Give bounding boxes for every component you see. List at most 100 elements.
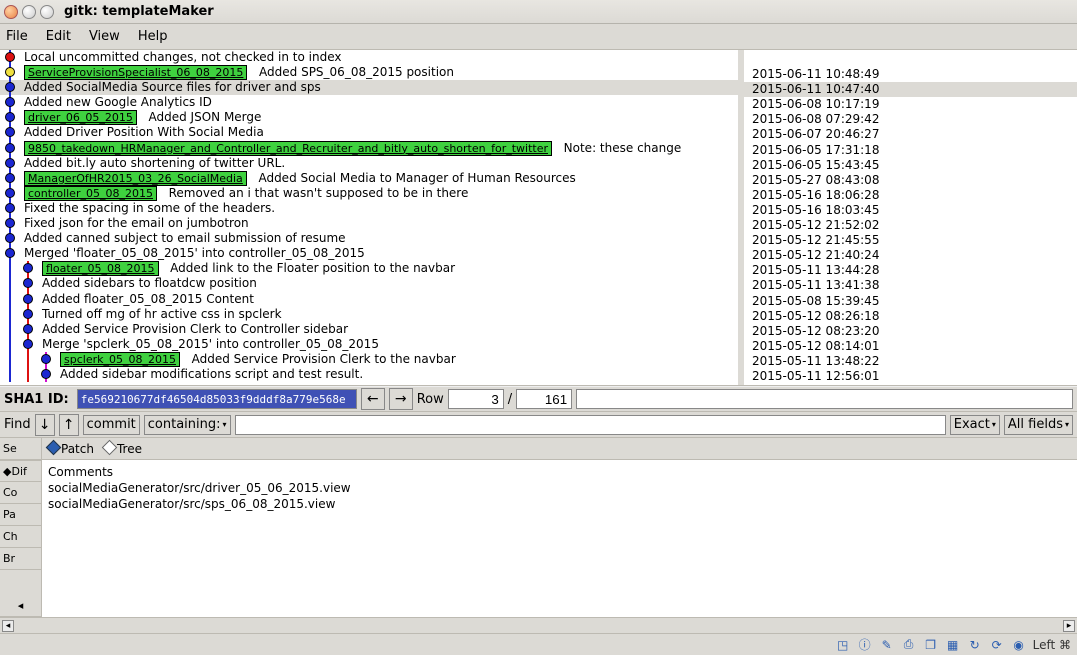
commit-row[interactable]: Added floater_05_08_2015 Content (0, 292, 738, 307)
branch-tag[interactable]: spclerk_05_08_2015 (60, 352, 180, 367)
search-tab[interactable]: Se (0, 438, 41, 460)
branch-tag[interactable]: floater_05_08_2015 (42, 261, 159, 276)
menu-edit[interactable]: Edit (46, 29, 71, 44)
find-input[interactable] (235, 415, 946, 435)
branch-tag[interactable]: ServiceProvisionSpecialist_06_08_2015 (24, 65, 247, 80)
branch-tag[interactable]: controller_05_08_2015 (24, 186, 157, 201)
commit-date (744, 52, 1077, 67)
close-icon[interactable] (4, 5, 18, 19)
strip-tab[interactable]: Ch (0, 526, 41, 548)
strip-tab[interactable]: Pa (0, 504, 41, 526)
tray-icon[interactable]: ✎ (879, 637, 895, 653)
patch-radio[interactable]: Patch (48, 442, 94, 456)
list-item[interactable]: socialMediaGenerator/src/driver_05_06_20… (48, 480, 1071, 496)
graph-cell (2, 307, 42, 322)
commit-node-icon (5, 173, 15, 183)
commit-row[interactable]: Fixed the spacing in some of the headers… (0, 201, 738, 216)
scroll-left-icon[interactable]: ◂ (0, 595, 41, 617)
tray-icon[interactable]: ↻ (967, 637, 983, 653)
commit-row[interactable]: controller_05_08_2015 Removed an i that … (0, 186, 738, 201)
branch-tag[interactable]: driver_06_05_2015 (24, 110, 137, 125)
find-match-dropdown[interactable]: Exact▾ (950, 415, 1000, 435)
commit-row[interactable]: Added new Google Analytics ID (0, 95, 738, 110)
commit-message: Local uncommitted changes, not checked i… (24, 50, 341, 64)
commit-row[interactable]: ServiceProvisionSpecialist_06_08_2015 Ad… (0, 65, 738, 80)
minimize-icon[interactable] (22, 5, 36, 19)
find-rule-dropdown[interactable]: containing:▾ (144, 415, 231, 435)
commit-date: 2015-06-08 07:29:42 (744, 112, 1077, 127)
commit-node-icon (23, 309, 33, 319)
nav-forward-button[interactable]: → (389, 388, 413, 410)
graph-cell (2, 367, 60, 382)
commit-message: Fixed the spacing in some of the headers… (24, 201, 275, 215)
commit-node-icon (5, 203, 15, 213)
commit-message: Added Social Media to Manager of Human R… (258, 171, 575, 185)
tray-icon[interactable]: ⓘ (857, 637, 873, 653)
commit-row[interactable]: Merged 'floater_05_08_2015' into control… (0, 246, 738, 261)
commit-row[interactable]: Local uncommitted changes, not checked i… (0, 50, 738, 65)
commit-row[interactable]: Added bit.ly auto shortening of twitter … (0, 156, 738, 171)
graph-cell (2, 292, 42, 307)
strip-tab[interactable]: Co (0, 482, 41, 504)
commit-row[interactable]: 9850_takedown_HRManager_and_Controller_a… (0, 141, 738, 156)
commit-row[interactable]: driver_06_05_2015 Added JSON Merge (0, 110, 738, 125)
commit-row[interactable]: Added SocialMedia Source files for drive… (0, 80, 738, 95)
scroll-left-icon[interactable]: ◂ (2, 620, 14, 632)
tray-icon[interactable]: ⎙ (901, 637, 917, 653)
commit-message: Added floater_05_08_2015 Content (42, 292, 254, 306)
menu-help[interactable]: Help (138, 29, 168, 44)
graph-cell (2, 261, 42, 276)
commit-row[interactable]: Merge 'spclerk_05_08_2015' into controll… (0, 337, 738, 352)
find-mode-dropdown[interactable]: commit (83, 415, 140, 435)
diff-tab[interactable]: ◆ Dif (0, 460, 41, 482)
find-next-button[interactable]: ↓ (35, 414, 55, 436)
graph-cell (2, 65, 24, 80)
tray-icon[interactable]: ⟳ (989, 637, 1005, 653)
row-current-input[interactable] (448, 389, 504, 409)
commit-message: Turned off mg of hr active css in spcler… (42, 307, 282, 321)
menu-view[interactable]: View (89, 29, 120, 44)
tray-icon[interactable]: ◳ (835, 637, 851, 653)
commit-row[interactable]: Fixed json for the email on jumbotron (0, 216, 738, 231)
commit-message: Added sidebars to floatdcw position (42, 276, 257, 290)
strip-tab[interactable]: Br (0, 548, 41, 570)
file-list[interactable]: Comments socialMediaGenerator/src/driver… (42, 460, 1077, 617)
tree-radio[interactable]: Tree (104, 442, 142, 456)
commit-row[interactable]: Added sidebars to floatdcw position (0, 276, 738, 291)
commit-message: Added Service Provision Clerk to the nav… (192, 352, 456, 366)
graph-cell (2, 246, 24, 261)
sha-input[interactable] (77, 389, 357, 409)
nav-back-button[interactable]: ← (361, 388, 385, 410)
horizontal-scrollbar[interactable]: ◂ ▸ (0, 617, 1077, 633)
tray-icon[interactable]: ❐ (923, 637, 939, 653)
commit-row[interactable]: floater_05_08_2015 Added link to the Flo… (0, 261, 738, 276)
commit-node-icon (41, 369, 51, 379)
commit-message: Added Driver Position With Social Media (24, 125, 264, 139)
list-item[interactable]: socialMediaGenerator/src/sps_06_08_2015.… (48, 496, 1071, 512)
sha-aux-input[interactable] (576, 389, 1073, 409)
menubar: File Edit View Help (0, 24, 1077, 50)
commit-row[interactable]: Turned off mg of hr active css in spcler… (0, 307, 738, 322)
commit-row[interactable]: Added canned subject to email submission… (0, 231, 738, 246)
menu-file[interactable]: File (6, 29, 28, 44)
commit-date: 2015-05-11 12:56:01 (744, 369, 1077, 384)
graph-cell (2, 322, 42, 337)
commit-row[interactable]: Added sidebar modifications script and t… (0, 367, 738, 382)
commit-message: Added SocialMedia Source files for drive… (24, 80, 321, 94)
commit-row[interactable]: ManagerOfHR2015_03_26_SocialMedia Added … (0, 171, 738, 186)
maximize-icon[interactable] (40, 5, 54, 19)
scroll-right-icon[interactable]: ▸ (1063, 620, 1075, 632)
commit-dates-pane[interactable]: 2015-06-11 10:48:492015-06-11 10:47:4020… (738, 50, 1077, 385)
branch-tag[interactable]: 9850_takedown_HRManager_and_Controller_a… (24, 141, 552, 156)
commit-graph-pane[interactable]: Local uncommitted changes, not checked i… (0, 50, 738, 385)
sha-label: SHA1 ID: (4, 392, 69, 407)
find-scope-dropdown[interactable]: All fields▾ (1004, 415, 1073, 435)
commit-message: Added bit.ly auto shortening of twitter … (24, 156, 285, 170)
tray-icon[interactable]: ◉ (1011, 637, 1027, 653)
commit-row[interactable]: Added Service Provision Clerk to Control… (0, 322, 738, 337)
tray-icon[interactable]: ▦ (945, 637, 961, 653)
find-prev-button[interactable]: ↑ (59, 414, 79, 436)
commit-row[interactable]: spclerk_05_08_2015 Added Service Provisi… (0, 352, 738, 367)
branch-tag[interactable]: ManagerOfHR2015_03_26_SocialMedia (24, 171, 247, 186)
commit-row[interactable]: Added Driver Position With Social Media (0, 125, 738, 140)
